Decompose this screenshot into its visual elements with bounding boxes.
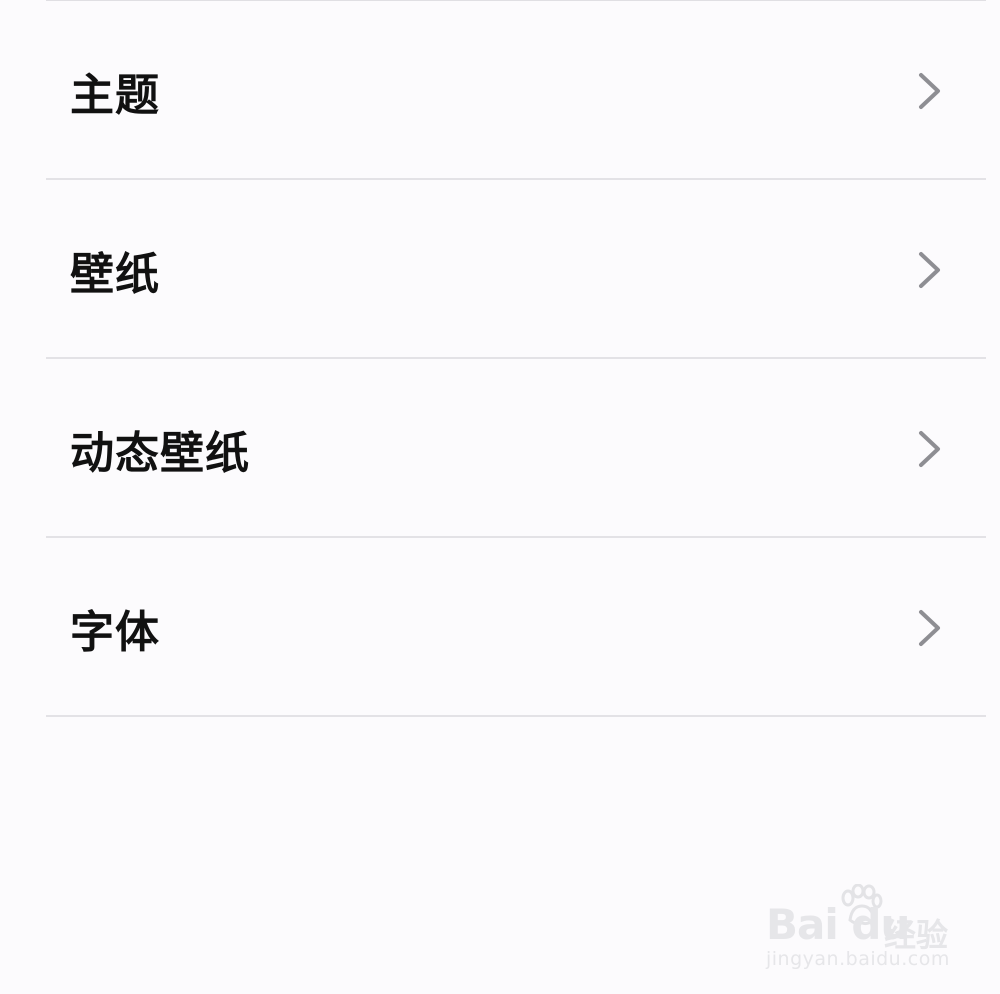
chevron-right-icon [919, 430, 940, 467]
settings-item-label: 壁纸 [70, 248, 160, 300]
settings-item-label: 动态壁纸 [70, 427, 250, 479]
baidu-jingyan-watermark: Bai du 经验 jingyan.baidu.com [764, 880, 954, 976]
settings-item-wallpaper[interactable]: 壁纸 [0, 180, 1000, 359]
watermark-url: jingyan.baidu.com [766, 948, 950, 970]
settings-item-label: 字体 [70, 606, 160, 658]
settings-item-font[interactable]: 字体 [0, 538, 1000, 717]
settings-list: 主题 壁纸 动态壁纸 字体 [0, 1, 1000, 717]
watermark-product: 经验 [884, 916, 949, 954]
chevron-right-icon [919, 251, 940, 288]
chevron-right-icon [919, 609, 940, 646]
settings-item-label: 主题 [70, 69, 160, 121]
settings-item-theme[interactable]: 主题 [0, 1, 1000, 180]
row-divider [46, 715, 986, 717]
watermark-brand: Bai du [766, 900, 910, 949]
settings-item-live-wallpaper[interactable]: 动态壁纸 [0, 359, 1000, 538]
chevron-right-icon [919, 72, 940, 109]
paw-icon [841, 884, 883, 926]
